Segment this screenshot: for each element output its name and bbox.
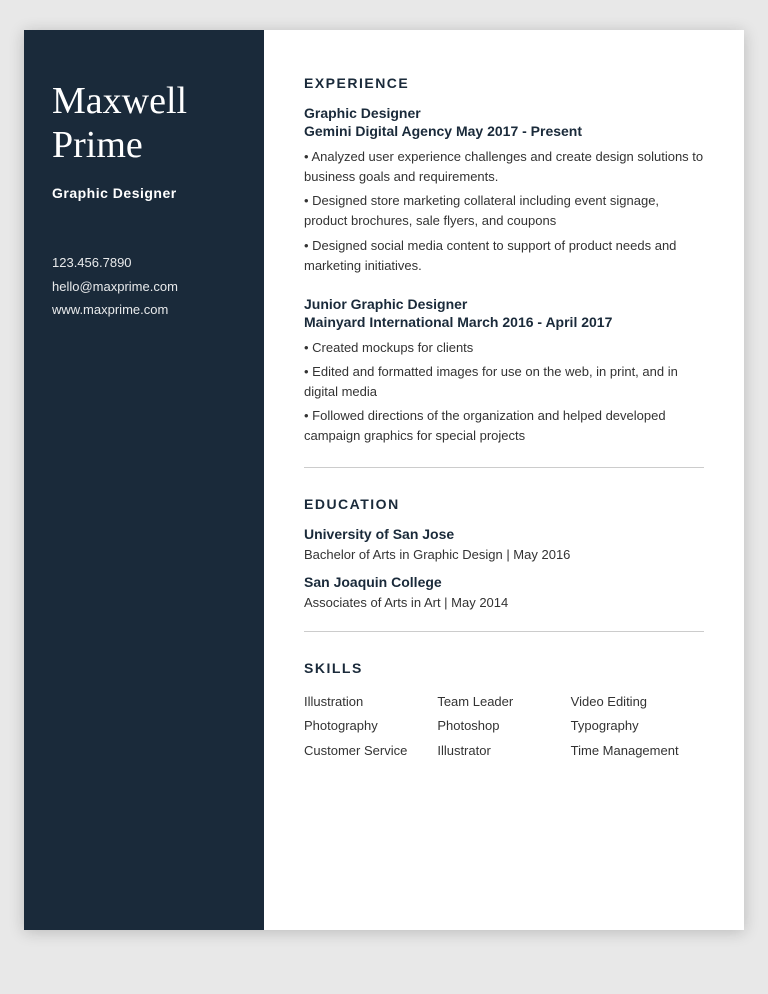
bullet-1-3: • Designed social media content to suppo…: [304, 236, 704, 276]
education-divider: [304, 467, 704, 468]
contact-info: 123.456.7890 hello@maxprime.com www.maxp…: [52, 251, 236, 321]
skill-3-3: Time Management: [571, 739, 704, 764]
skills-column-3: Video Editing Typography Time Management: [571, 690, 704, 764]
candidate-name: Maxwell Prime: [52, 80, 236, 167]
resume-container: Maxwell Prime Graphic Designer 123.456.7…: [24, 30, 744, 930]
email: hello@maxprime.com: [52, 275, 236, 298]
skills-column-1: Illustration Photography Customer Servic…: [304, 690, 437, 764]
job-entry-1: Graphic Designer Gemini Digital Agency M…: [304, 105, 704, 276]
bullet-2-1: • Created mockups for clients: [304, 338, 704, 358]
skill-1-1: Illustration: [304, 690, 437, 715]
skill-1-2: Photography: [304, 714, 437, 739]
experience-section-title: EXPERIENCE: [304, 75, 704, 91]
job-entry-2: Junior Graphic Designer Mainyard Interna…: [304, 296, 704, 447]
skills-column-2: Team Leader Photoshop Illustrator: [437, 690, 570, 764]
school-degree-2: Associates of Arts in Art | May 2014: [304, 593, 704, 613]
skill-3-1: Video Editing: [571, 690, 704, 715]
job-company-date-2: Mainyard International March 2016 - Apri…: [304, 314, 704, 330]
skill-2-3: Illustrator: [437, 739, 570, 764]
website: www.maxprime.com: [52, 298, 236, 321]
job-company-date-1: Gemini Digital Agency May 2017 - Present: [304, 123, 704, 139]
bullet-2-2: • Edited and formatted images for use on…: [304, 362, 704, 402]
bullet-1-2: • Designed store marketing collateral in…: [304, 191, 704, 231]
school-entry-1: University of San Jose Bachelor of Arts …: [304, 526, 704, 565]
school-degree-1: Bachelor of Arts in Graphic Design | May…: [304, 545, 704, 565]
school-name-1: University of San Jose: [304, 526, 704, 542]
skills-divider: [304, 631, 704, 632]
main-content: EXPERIENCE Graphic Designer Gemini Digit…: [264, 30, 744, 930]
skill-2-2: Photoshop: [437, 714, 570, 739]
skills-section-title: SKILLS: [304, 660, 704, 676]
skill-2-1: Team Leader: [437, 690, 570, 715]
candidate-title: Graphic Designer: [52, 185, 236, 201]
skills-grid: Illustration Photography Customer Servic…: [304, 690, 704, 764]
sidebar: Maxwell Prime Graphic Designer 123.456.7…: [24, 30, 264, 930]
job-bullets-1: • Analyzed user experience challenges an…: [304, 147, 704, 276]
bullet-1-1: • Analyzed user experience challenges an…: [304, 147, 704, 187]
school-entry-2: San Joaquin College Associates of Arts i…: [304, 574, 704, 613]
phone: 123.456.7890: [52, 251, 236, 274]
school-name-2: San Joaquin College: [304, 574, 704, 590]
bullet-2-3: • Followed directions of the organizatio…: [304, 406, 704, 446]
skill-3-2: Typography: [571, 714, 704, 739]
job-title-1: Graphic Designer: [304, 105, 704, 121]
education-section-title: EDUCATION: [304, 496, 704, 512]
job-bullets-2: • Created mockups for clients • Edited a…: [304, 338, 704, 447]
job-title-2: Junior Graphic Designer: [304, 296, 704, 312]
skill-1-3: Customer Service: [304, 739, 437, 764]
